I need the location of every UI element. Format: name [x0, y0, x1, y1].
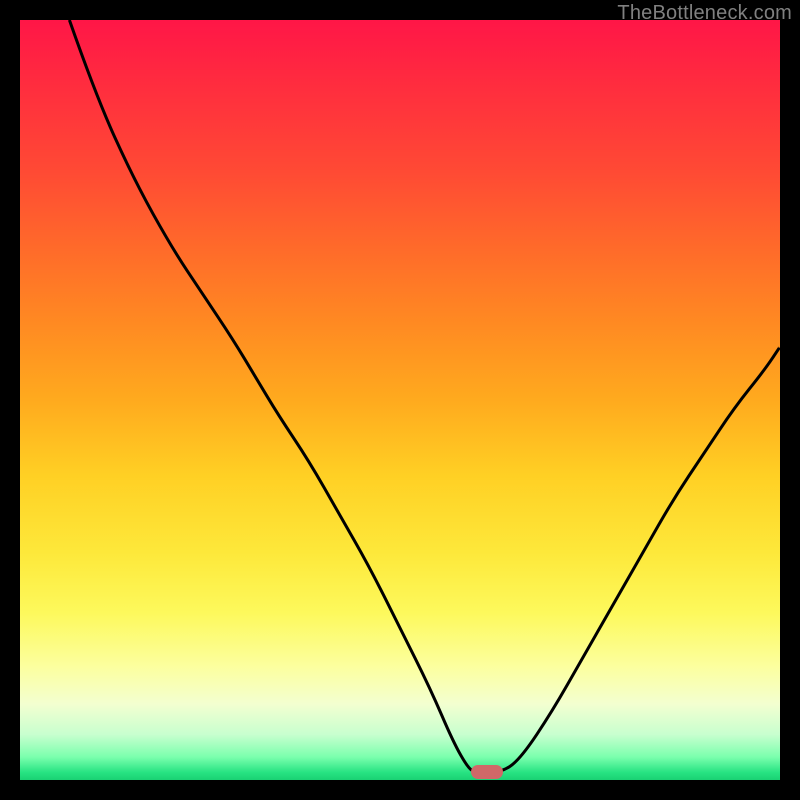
optimal-marker	[471, 765, 503, 779]
bottleneck-curve	[20, 20, 780, 780]
chart-frame: TheBottleneck.com	[0, 0, 800, 800]
plot-area	[20, 20, 780, 780]
curve-path	[69, 20, 780, 772]
